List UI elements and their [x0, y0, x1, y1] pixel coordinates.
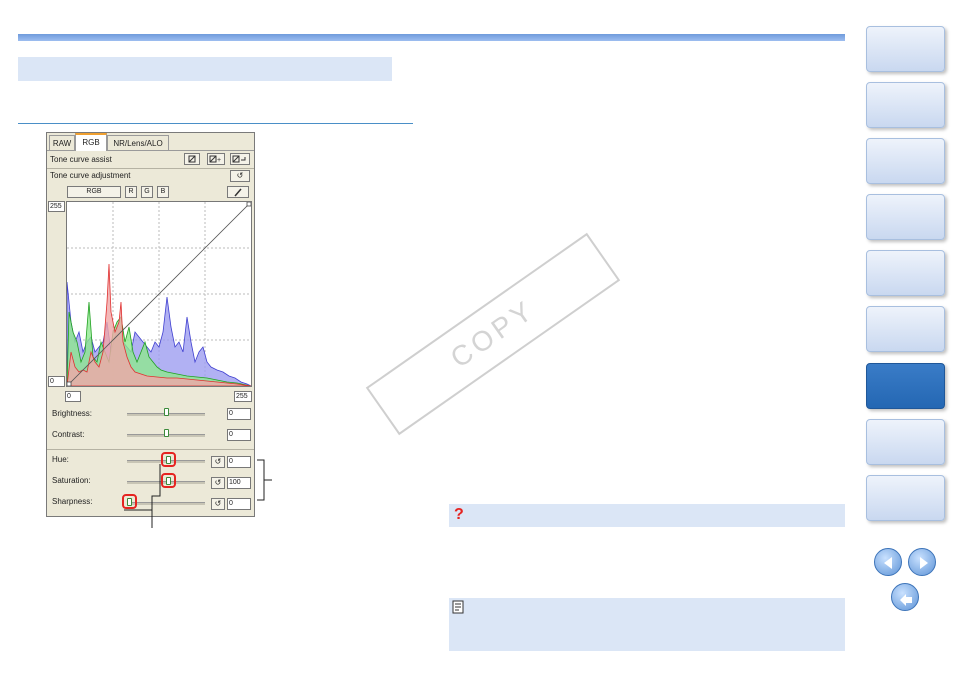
callout-left-bracket	[151, 464, 161, 528]
callout-right-bracket	[257, 459, 265, 501]
callout-lines	[124, 459, 272, 528]
